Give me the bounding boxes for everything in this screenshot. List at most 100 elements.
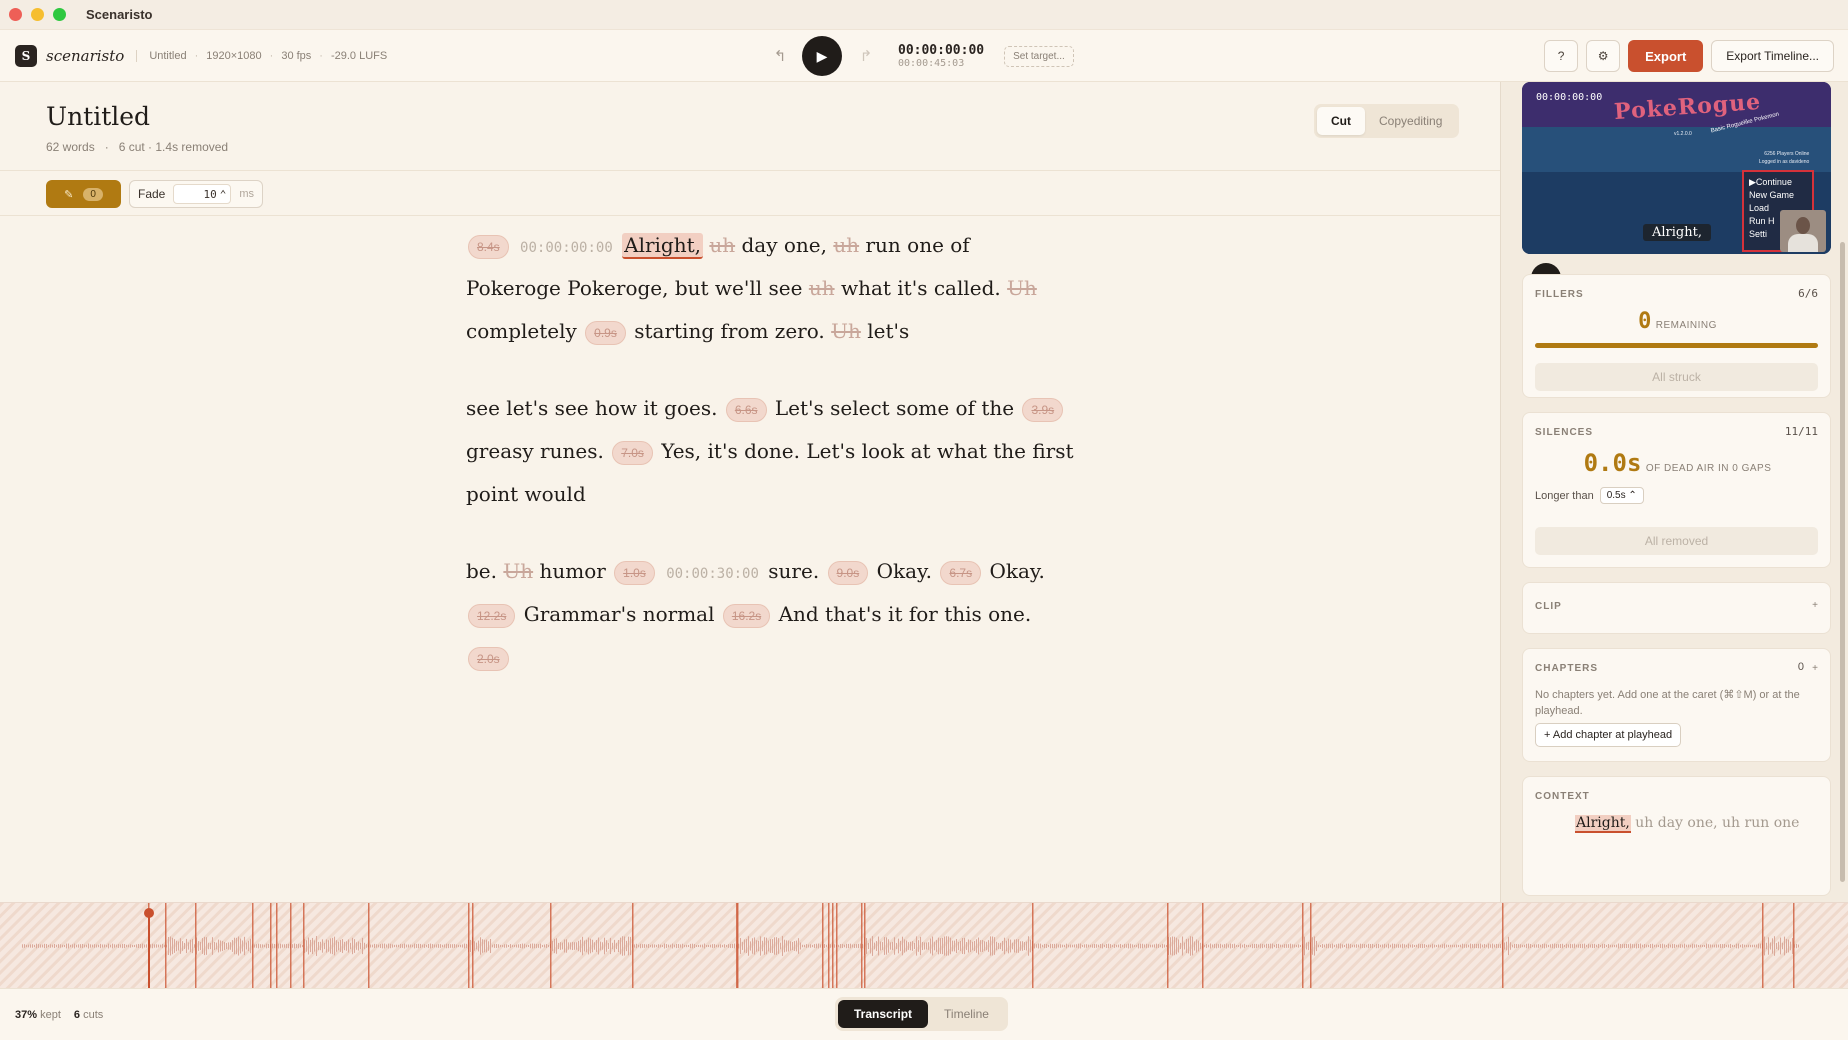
- zoom-window-button[interactable]: [53, 8, 66, 21]
- inspector-panel: PokeRogue Basic Roguelike Pokemon v1.2.0…: [1500, 82, 1848, 902]
- cut-marker: [368, 903, 370, 988]
- filler-word[interactable]: Uh: [1007, 276, 1037, 300]
- transcript-words[interactable]: starting from zero.: [634, 319, 825, 343]
- waveform-bar: [914, 942, 915, 950]
- silence-chip[interactable]: 0.9s: [585, 320, 626, 345]
- waveform-bar: [802, 944, 803, 948]
- video-preview[interactable]: PokeRogue Basic Roguelike Pokemon v1.2.0…: [1522, 82, 1831, 254]
- transcript-line: 2.0s: [466, 636, 1046, 679]
- silence-chip[interactable]: 3.9s: [1022, 397, 1064, 422]
- waveform-bar: [1164, 944, 1165, 948]
- silence-chip[interactable]: 16.2s: [722, 603, 771, 628]
- transcript-words[interactable]: what it's called.: [841, 276, 1001, 300]
- stepper-icon[interactable]: ⌃: [220, 188, 227, 201]
- transcript-words[interactable]: day one,: [741, 233, 827, 257]
- silence-chip[interactable]: 6.7s: [940, 560, 982, 585]
- transcript-words[interactable]: Grammar's normal: [524, 602, 715, 626]
- transcript-words[interactable]: humor: [539, 559, 605, 583]
- settings-icon[interactable]: ⚙: [1586, 40, 1621, 72]
- mode-copyediting-tab[interactable]: Copyediting: [1365, 107, 1456, 135]
- waveform-bar: [592, 939, 593, 953]
- transcript-words[interactable]: be.: [466, 559, 497, 583]
- clip-expand-icon[interactable]: +: [1812, 600, 1818, 611]
- minimize-window-button[interactable]: [31, 8, 44, 21]
- add-chapter-button[interactable]: + Add chapter at playhead: [1535, 723, 1682, 747]
- waveform-svg[interactable]: [0, 903, 1848, 988]
- webcam-person-head: [1796, 217, 1810, 234]
- transcript-words[interactable]: let's: [867, 319, 909, 343]
- waveform-bar: [1206, 943, 1207, 949]
- waveform-bar: [1064, 944, 1065, 948]
- transcript-words[interactable]: completely: [466, 319, 577, 343]
- waveform-bar: [672, 943, 673, 949]
- silence-chip[interactable]: 1.0s: [614, 560, 655, 585]
- transcript-words[interactable]: And that's it for this one.: [779, 602, 1032, 626]
- filler-toggle-button[interactable]: ✎ 0: [46, 180, 121, 208]
- mode-cut-tab[interactable]: Cut: [1317, 107, 1365, 135]
- filler-word[interactable]: uh: [833, 233, 859, 257]
- all-removed-button[interactable]: All removed: [1535, 527, 1818, 555]
- help-button[interactable]: ?: [1544, 40, 1579, 72]
- waveform-bar: [648, 944, 649, 948]
- all-struck-button[interactable]: All struck: [1535, 363, 1818, 391]
- waveform-bar: [784, 939, 785, 953]
- redo-icon[interactable]: ↱: [856, 47, 876, 65]
- tab-timeline[interactable]: Timeline: [928, 1000, 1005, 1028]
- undo-icon[interactable]: ↰: [770, 47, 790, 65]
- waveform-bar: [1482, 944, 1483, 948]
- add-chapter-icon[interactable]: +: [1812, 663, 1818, 674]
- silence-chip[interactable]: 7.0s: [612, 440, 653, 465]
- filler-word[interactable]: uh: [709, 233, 735, 257]
- document-title[interactable]: Untitled: [46, 102, 150, 131]
- transcript-words[interactable]: run one of: [865, 233, 969, 257]
- inspector-scrollbar[interactable]: [1840, 242, 1845, 882]
- waveform-bar: [1316, 940, 1317, 952]
- filler-word[interactable]: uh: [809, 276, 835, 300]
- transcript-words[interactable]: Pokeroge Pokeroge, but we'll see: [466, 276, 802, 300]
- transcript-words[interactable]: greasy runes.: [466, 439, 604, 463]
- waveform-bar: [1524, 944, 1525, 948]
- export-timeline-button[interactable]: Export Timeline...: [1711, 40, 1834, 72]
- transcript-words[interactable]: see let's see how it goes.: [466, 396, 717, 420]
- transcript-words[interactable]: Okay.: [989, 559, 1044, 583]
- waveform-bar: [310, 939, 311, 953]
- silences-summary: 0.0s OF DEAD AIR IN 0 GAPS: [1523, 449, 1832, 477]
- fade-input[interactable]: 10 ⌃: [173, 184, 232, 204]
- waveform-bar: [782, 936, 783, 956]
- waveform-bar: [1554, 943, 1555, 949]
- waveform-bar: [1596, 944, 1597, 948]
- silence-chip[interactable]: 8.4s: [468, 234, 509, 259]
- waveform-bar: [1370, 944, 1371, 948]
- export-button[interactable]: Export: [1628, 40, 1704, 72]
- play-button[interactable]: ▶: [802, 36, 842, 76]
- waveform-bar: [1250, 944, 1251, 948]
- transcript-words[interactable]: sure.: [768, 559, 819, 583]
- silence-chip[interactable]: 12.2s: [468, 603, 516, 628]
- waveform-bar: [1556, 944, 1557, 948]
- transcript-words[interactable]: Okay.: [877, 559, 932, 583]
- cut-summary: 6 cut · 1.4s removed: [118, 140, 229, 154]
- filler-word[interactable]: Uh: [831, 319, 861, 343]
- waveform-bar: [572, 941, 573, 951]
- silence-chip[interactable]: 6.6s: [725, 397, 767, 422]
- set-target-button[interactable]: Set target...: [1004, 45, 1074, 67]
- cut-marker: [1202, 903, 1204, 988]
- close-window-button[interactable]: [9, 8, 22, 21]
- transcript-words[interactable]: Yes, it's done. Let's look at what the f…: [661, 439, 1073, 463]
- filler-word[interactable]: Uh: [503, 559, 533, 583]
- current-word[interactable]: Alright,: [622, 233, 703, 259]
- transcript-body[interactable]: 8.4s 00:00:00:00 Alright, uh day one, uh…: [466, 224, 1074, 679]
- transcript-words[interactable]: point would: [466, 482, 586, 506]
- clip-card[interactable]: CLIP +: [1522, 582, 1831, 634]
- transcript-words[interactable]: Let's select some of the: [775, 396, 1014, 420]
- longer-than-select[interactable]: 0.5s ⌃: [1599, 487, 1644, 504]
- waveform-timeline[interactable]: [0, 902, 1848, 988]
- waveform-bar: [934, 941, 935, 951]
- waveform-bar: [334, 936, 335, 956]
- waveform-bar: [618, 939, 619, 953]
- silence-chip[interactable]: 2.0s: [468, 646, 509, 671]
- waveform-bar: [728, 944, 729, 948]
- tab-transcript[interactable]: Transcript: [838, 1000, 929, 1028]
- waveform-bar: [1014, 939, 1015, 953]
- silence-chip[interactable]: 9.0s: [827, 560, 869, 585]
